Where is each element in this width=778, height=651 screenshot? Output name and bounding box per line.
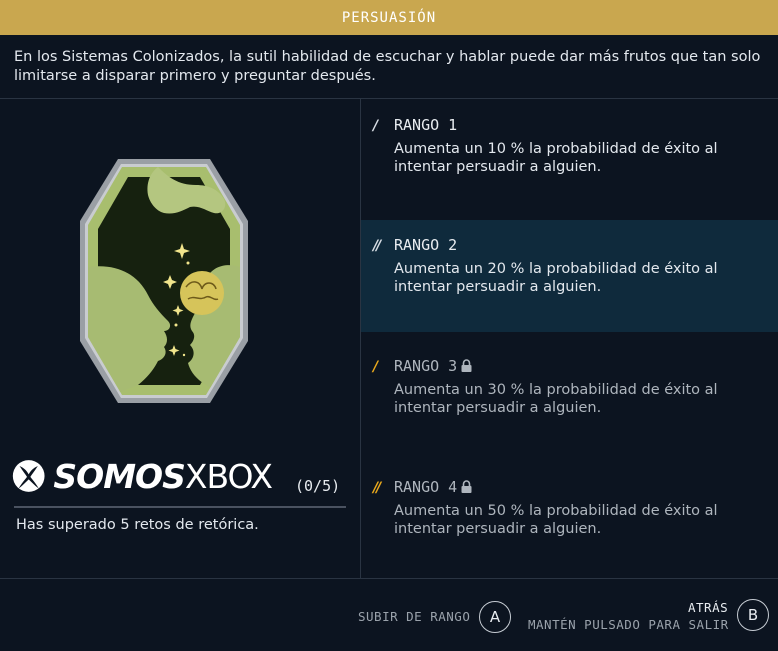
rank-description: Aumenta un 20 % la probabilidad de éxito…	[394, 261, 718, 295]
xbox-icon	[12, 460, 45, 492]
logo-text-xbox: XBOX	[184, 456, 273, 496]
rank-title-text: RANGO 3	[394, 357, 458, 375]
rank-marker: //	[373, 480, 381, 496]
skill-progress: (0/5)	[295, 477, 341, 495]
back-label: ATRÁS	[688, 600, 729, 615]
rank-description: Aumenta un 50 % la probabilidad de éxito…	[394, 503, 718, 537]
rank-row-4[interactable]: // RANGO 4 Aumenta un 50 % la probabilid…	[361, 462, 778, 574]
rank-title: RANGO 3	[394, 357, 473, 375]
rank-title-text: RANGO 4	[394, 478, 458, 496]
lock-icon	[461, 480, 472, 493]
page-title: PERSUASIÓN	[341, 9, 437, 26]
rank-up-label: SUBIR DE RANGO	[358, 609, 471, 624]
challenge-text: Has superado 5 retos de retórica.	[16, 517, 259, 533]
rank-title-text: RANGO 1	[394, 116, 458, 134]
rank-up-button[interactable]: A	[479, 601, 511, 633]
rank-title-text: RANGO 2	[394, 236, 458, 254]
rank-title: RANGO 2	[394, 236, 457, 254]
divider-bottom	[0, 578, 778, 579]
rank-row-3[interactable]: / RANGO 3 Aumenta un 30 % la probabilida…	[361, 341, 778, 453]
logo-text-somos: SOMOS	[53, 456, 185, 496]
skill-badge-image	[78, 155, 250, 407]
rank-marker: /	[373, 359, 378, 375]
rank-title: RANGO 1	[394, 116, 457, 134]
exit-hint-label: MANTÉN PULSADO PARA SALIR	[528, 617, 729, 632]
rank-marker: /	[373, 118, 378, 134]
rank-marker: //	[373, 238, 381, 254]
progress-bar	[14, 506, 346, 508]
skill-description: En los Sistemas Colonizados, la sutil ha…	[14, 49, 761, 84]
somosxbox-logo: SOMOS XBOX	[12, 452, 273, 500]
rank-title: RANGO 4	[394, 478, 473, 496]
page-header: PERSUASIÓN	[0, 0, 778, 35]
divider-top	[0, 98, 778, 99]
rank-description: Aumenta un 30 % la probabilidad de éxito…	[394, 382, 718, 416]
rank-row-2[interactable]: // RANGO 2 Aumenta un 20 % la probabilid…	[361, 220, 778, 332]
rank-row-1[interactable]: / RANGO 1 Aumenta un 10 % la probabilida…	[361, 100, 778, 212]
rank-description: Aumenta un 10 % la probabilidad de éxito…	[394, 141, 718, 175]
lock-icon	[461, 359, 472, 372]
back-button[interactable]: B	[737, 599, 769, 631]
